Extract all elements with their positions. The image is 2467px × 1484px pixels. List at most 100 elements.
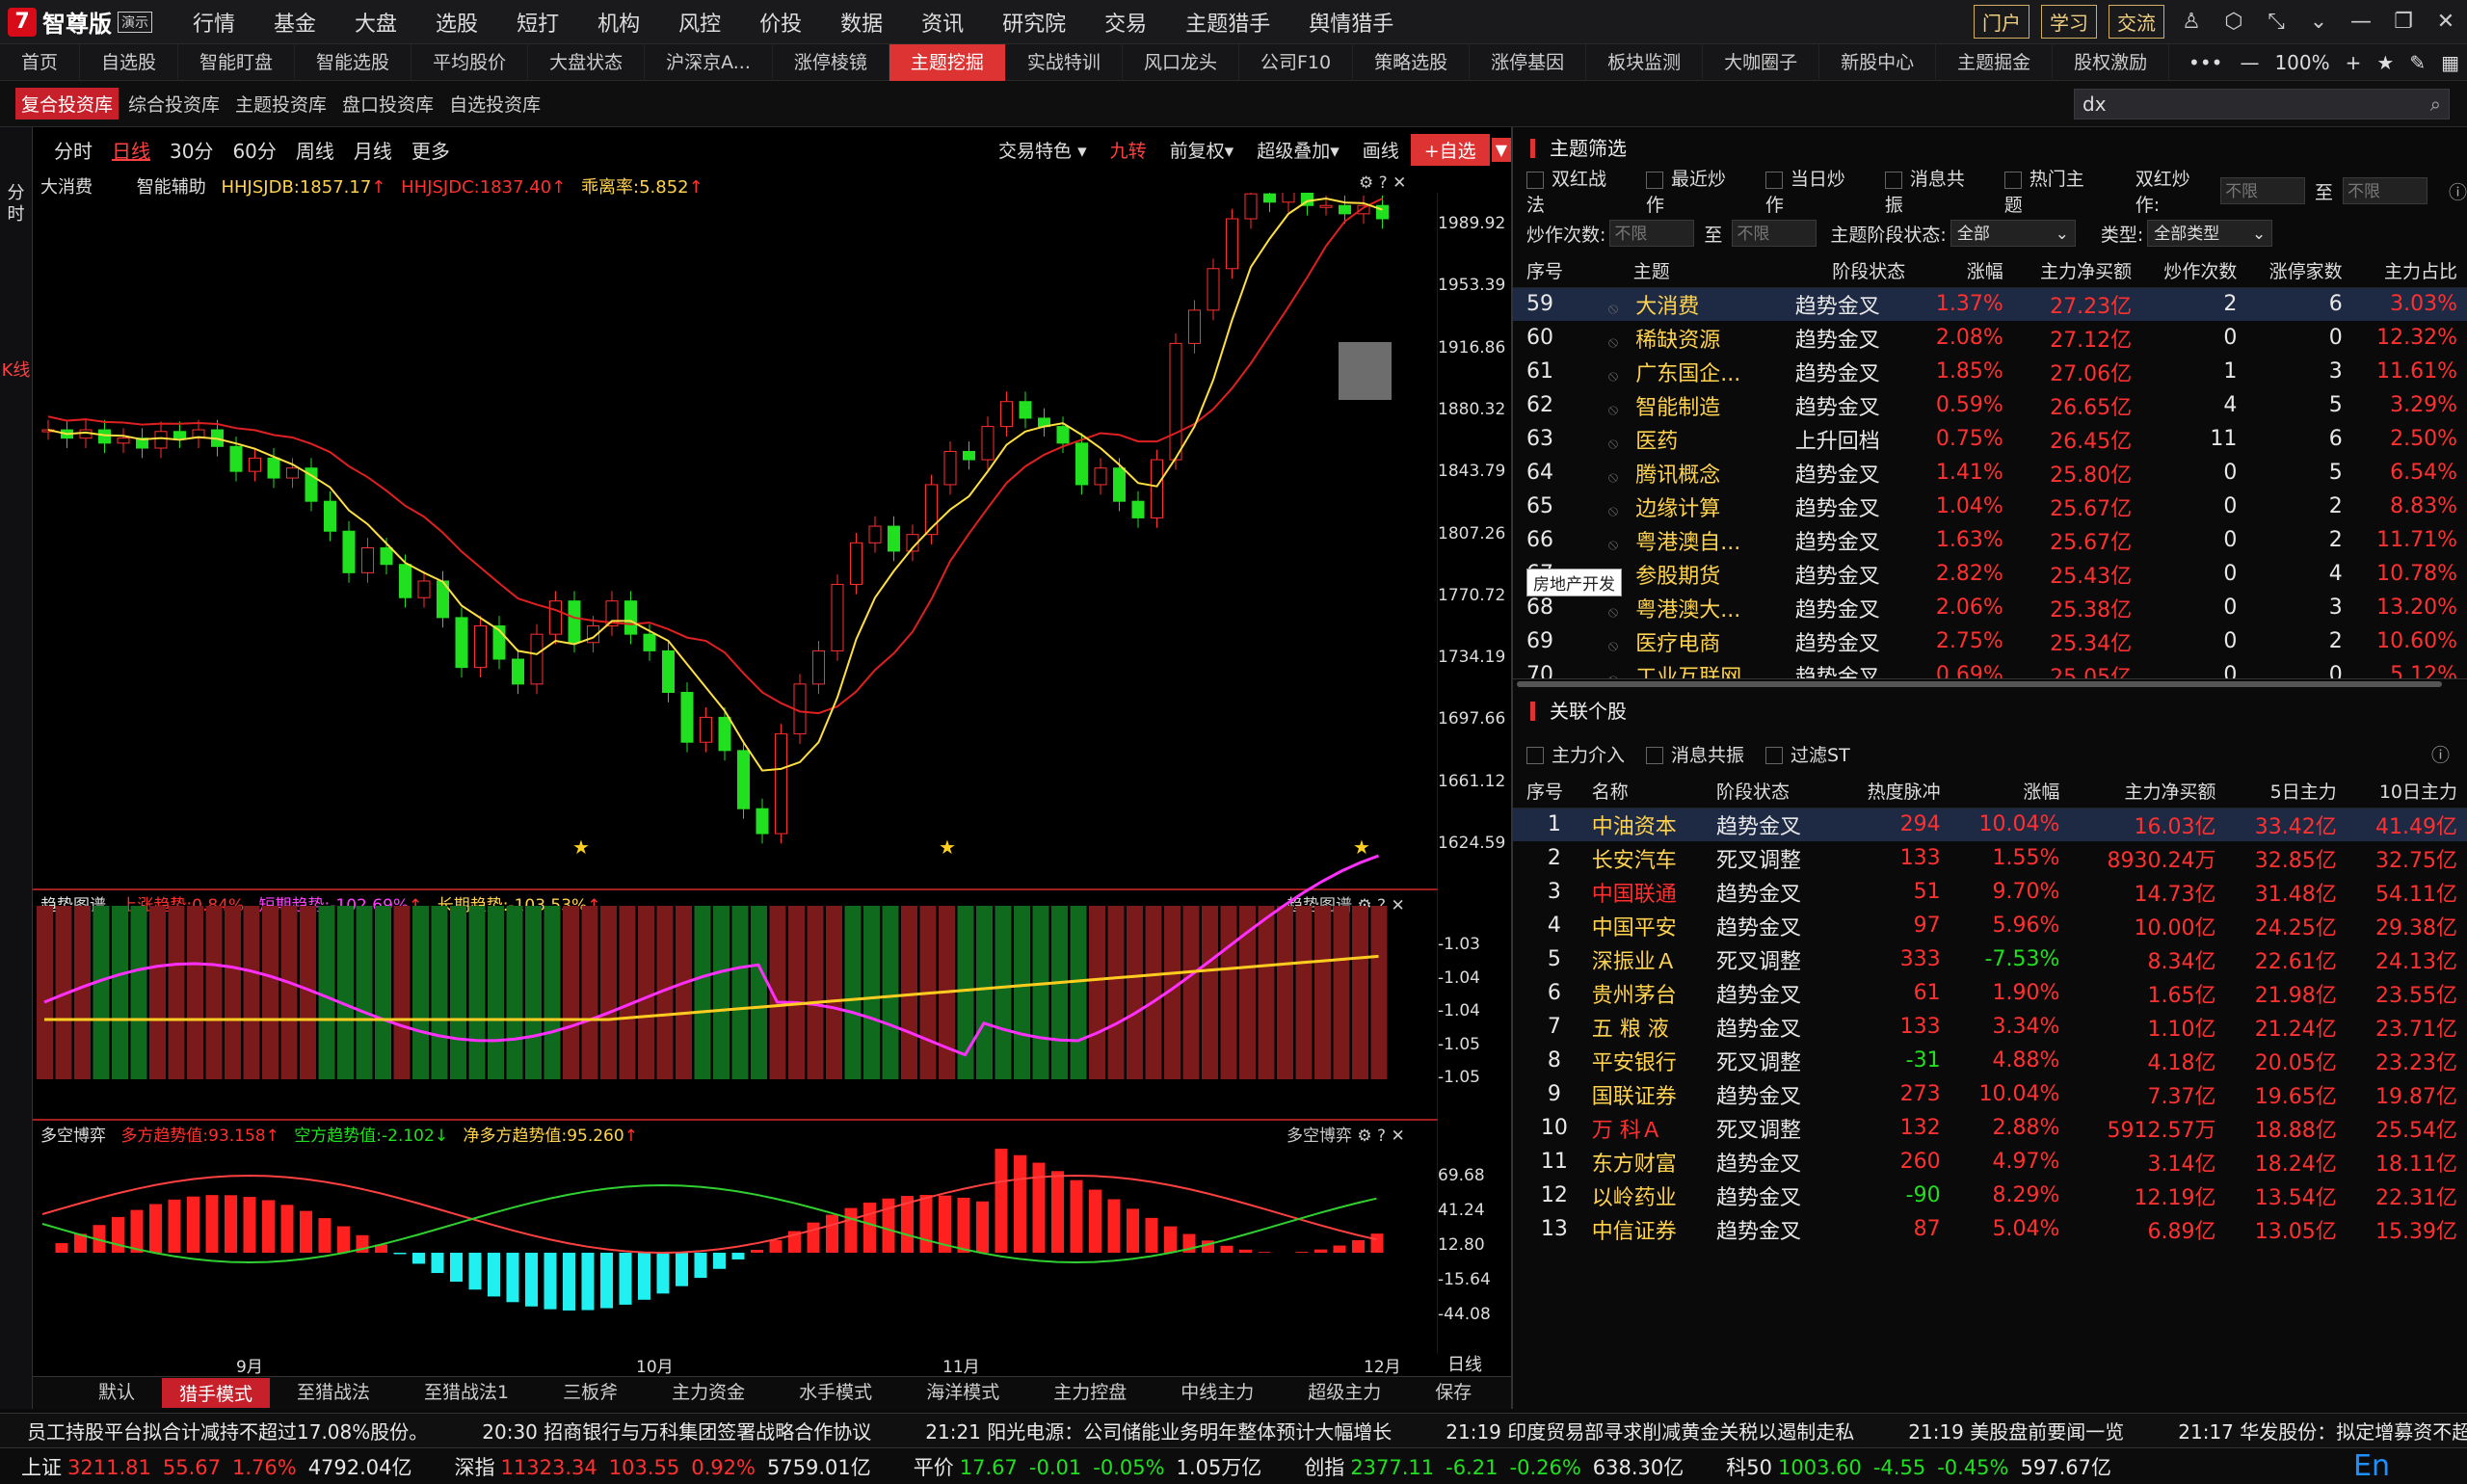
theme-row[interactable]: 63 ⦸ 医药 上升回档 0.75% 26.45亿 11 6 2.50% xyxy=(1513,422,2467,456)
tab-2[interactable]: 智能盯盘 xyxy=(178,43,296,81)
tab-18[interactable]: 股权激励 xyxy=(2053,43,2170,81)
tab-12[interactable]: 策略选股 xyxy=(1353,43,1471,81)
adjust-dropdown[interactable]: 前复权▾ xyxy=(1158,137,1246,163)
menu-item-0[interactable]: 行情 xyxy=(173,7,254,38)
menu-item-2[interactable]: 大盘 xyxy=(335,7,416,38)
menu-item-11[interactable]: 交易 xyxy=(1085,7,1166,38)
stock-row[interactable]: 1 中油资本 趋势金叉 294 10.04% 16.03亿 33.42亿 41.49亿 xyxy=(1513,808,2467,841)
tab-7[interactable]: 涨停棱镜 xyxy=(773,43,889,81)
ticker-item-2[interactable]: 21:21 阳光电源：公司储能业务明年整体预计大幅增长 xyxy=(898,1417,1419,1444)
mode-tab-6[interactable]: 水手模式 xyxy=(772,1378,899,1408)
mode-tab-7[interactable]: 海洋模式 xyxy=(899,1378,1026,1408)
stock-row[interactable]: 9 国联证券 趋势金叉 273 10.04% 7.37亿 19.65亿 19.87亿 xyxy=(1513,1077,2467,1111)
filter-check-4[interactable]: 热门主题 xyxy=(2003,165,2103,217)
theme-row[interactable]: 59 ⦸ 大消费 趋势金叉 1.37% 27.23亿 2 6 3.03% xyxy=(1513,287,2467,321)
tab-15[interactable]: 大咖圈子 xyxy=(1703,43,1820,81)
mode-tab-3[interactable]: 至猎战法1 xyxy=(397,1378,536,1408)
stock-row[interactable]: 3 中国联通 趋势金叉 51 9.70% 14.73亿 31.48亿 54.11亿 xyxy=(1513,875,2467,909)
double-red-max-input[interactable]: 不限 xyxy=(2343,177,2427,204)
menu-item-4[interactable]: 短打 xyxy=(497,7,578,38)
pool-tab-3[interactable]: 盘口投资库 xyxy=(336,88,439,119)
stock-row[interactable]: 11 东方财富 趋势金叉 260 4.97% 3.14亿 18.24亿 18.11亿 xyxy=(1513,1145,2467,1179)
type-select[interactable]: 全部类型 ⌄ xyxy=(2147,220,2273,247)
period-6[interactable]: 更多 xyxy=(402,136,460,164)
menu-item-1[interactable]: 基金 xyxy=(254,7,335,38)
zoom-out-icon[interactable]: — xyxy=(2232,51,2267,74)
mode-tab-1[interactable]: 猎手模式 xyxy=(162,1378,271,1408)
stock-row[interactable]: 5 深振业Ａ 死叉调整 333 -7.53% 8.34亿 22.61亿 24.13亿 xyxy=(1513,942,2467,976)
menu-item-5[interactable]: 机构 xyxy=(578,7,659,38)
theme-col-1[interactable]: 主题 xyxy=(1588,254,1795,288)
theme-row[interactable]: 61 ⦸ 广东国企... 趋势金叉 1.85% 27.06亿 1 3 11.61% xyxy=(1513,355,2467,388)
trade-feature-dropdown[interactable]: 交易特色 ▾ xyxy=(987,137,1099,163)
stage-select[interactable]: 全部 ⌄ xyxy=(1950,220,2076,247)
main-tools[interactable]: ⚙ ? ✕ xyxy=(1359,173,1406,193)
tab-8[interactable]: 主题挖掘 xyxy=(889,43,1006,81)
pool-tab-4[interactable]: 自选投资库 xyxy=(443,88,546,119)
stock-row[interactable]: 12 以岭药业 趋势金叉 -90 8.29% 12.19亿 13.54亿 22.31亿 xyxy=(1513,1179,2467,1212)
learn-button[interactable]: 学习 xyxy=(2041,5,2097,39)
stock-col-2[interactable]: 阶段状态 xyxy=(1715,775,1842,808)
mode-tab-10[interactable]: 超级主力 xyxy=(1281,1378,1408,1408)
side-intraday[interactable]: 分时 xyxy=(0,183,32,225)
ticker-item-4[interactable]: 21:19 美股盘前要闻一览 xyxy=(1881,1417,2151,1444)
settings-icon[interactable]: ⬡ xyxy=(2213,10,2255,34)
ticker-item-3[interactable]: 21:19 印度贸易部寻求削减黄金关税以遏制走私 xyxy=(1419,1417,1881,1444)
index-quote-1[interactable]: 深指 11323.34 103.55 0.92% 5759.01亿 xyxy=(434,1452,892,1481)
zoom-in-icon[interactable]: + xyxy=(2338,51,2370,74)
tab-9[interactable]: 实战特训 xyxy=(1006,43,1123,81)
dropdown-icon[interactable]: ⌄ xyxy=(2297,10,2340,34)
search-icon[interactable]: ⌕ xyxy=(2430,90,2441,119)
exchange-button[interactable]: 交流 xyxy=(2109,5,2164,39)
period-0[interactable]: 分时 xyxy=(44,136,102,164)
tab-0[interactable]: 首页 xyxy=(0,43,81,81)
menu-item-12[interactable]: 主题猎手 xyxy=(1166,7,1289,38)
theme-row[interactable]: 68 ⦸ 粤港澳大... 趋势金叉 2.06% 25.38亿 0 3 13.20% xyxy=(1513,591,2467,624)
theme-row[interactable]: 65 ⦸ 边缘计算 趋势金叉 1.04% 25.67亿 0 2 8.83% xyxy=(1513,490,2467,523)
stock-help-icon[interactable]: ⓘ xyxy=(2431,741,2450,767)
theme-col-0[interactable]: 序号 xyxy=(1513,254,1589,288)
double-red-min-input[interactable]: 不限 xyxy=(2220,177,2306,204)
portal-button[interactable]: 门户 xyxy=(1974,5,2029,39)
period-5[interactable]: 月线 xyxy=(344,136,402,164)
tab-16[interactable]: 新股中心 xyxy=(1819,43,1937,81)
theme-col-2[interactable]: 阶段状态 xyxy=(1794,254,1916,288)
grid-icon[interactable]: ▦ xyxy=(2433,51,2467,74)
mode-tab-0[interactable]: 默认 xyxy=(71,1378,162,1408)
kline-chart[interactable]: ★ ★ ★ xyxy=(33,193,1438,1354)
overlay-dropdown[interactable]: 超级叠加▾ xyxy=(1245,137,1351,163)
mode-tab-5[interactable]: 主力资金 xyxy=(645,1378,772,1408)
period-4[interactable]: 周线 xyxy=(286,136,344,164)
stock-row[interactable]: 8 平安银行 死叉调整 -31 4.88% 4.18亿 20.05亿 23.23亿 xyxy=(1513,1044,2467,1077)
day-line-label[interactable]: 日线 xyxy=(1447,1351,1482,1376)
tab-13[interactable]: 涨停基因 xyxy=(1470,43,1587,81)
more-icon[interactable]: ••• xyxy=(2179,51,2232,74)
tab-1[interactable]: 自选股 xyxy=(80,43,179,81)
theme-col-4[interactable]: 主力净买额 xyxy=(2012,254,2142,288)
theme-row[interactable]: 62 ⦸ 智能制造 趋势金叉 0.59% 26.65亿 4 5 3.29% xyxy=(1513,388,2467,422)
ime-indicator[interactable]: En xyxy=(2353,1449,2467,1483)
restore-icon[interactable]: ❐ xyxy=(2382,10,2425,34)
tab-11[interactable]: 公司F10 xyxy=(1239,43,1354,81)
stock-col-3[interactable]: 热度脉冲 xyxy=(1841,775,1950,808)
tab-6[interactable]: 沪深京A... xyxy=(645,43,773,81)
pool-tab-1[interactable]: 综合投资库 xyxy=(122,88,225,119)
stock-col-7[interactable]: 10日主力 xyxy=(2346,775,2467,808)
menu-item-10[interactable]: 研究院 xyxy=(983,7,1085,38)
index-quote-2[interactable]: 平价 17.67 -0.01 -0.05% 1.05万亿 xyxy=(892,1452,1284,1481)
close-icon[interactable]: ✕ xyxy=(2425,10,2467,34)
menu-item-9[interactable]: 资讯 xyxy=(902,7,983,38)
theme-row[interactable]: 70 ⦸ 工业互联网 趋势金叉 0.69% 25.05亿 0 0 5.12% xyxy=(1513,658,2467,678)
ticker-item-1[interactable]: 20:30 招商银行与万科集团签署战略合作协议 xyxy=(455,1417,898,1444)
theme-col-6[interactable]: 涨停家数 xyxy=(2246,254,2352,288)
stock-row[interactable]: 10 万 科Ａ 死叉调整 132 2.88% 5912.57万 18.88亿 25.54亿 xyxy=(1513,1111,2467,1145)
pin-icon[interactable]: ✎ xyxy=(2401,51,2433,74)
menu-item-7[interactable]: 价投 xyxy=(740,7,821,38)
mode-tab-11[interactable]: 保存 xyxy=(1408,1378,1499,1408)
stock-col-1[interactable]: 名称 xyxy=(1591,775,1716,808)
tab-3[interactable]: 智能选股 xyxy=(295,43,412,81)
add-watchlist-button[interactable]: +自选 xyxy=(1410,133,1490,166)
index-quote-4[interactable]: 科50 1003.60 -4.55 -0.45% 597.67亿 xyxy=(1705,1452,2133,1481)
tab-17[interactable]: 主题掘金 xyxy=(1936,43,2054,81)
minimize-icon[interactable]: — xyxy=(2340,10,2382,34)
